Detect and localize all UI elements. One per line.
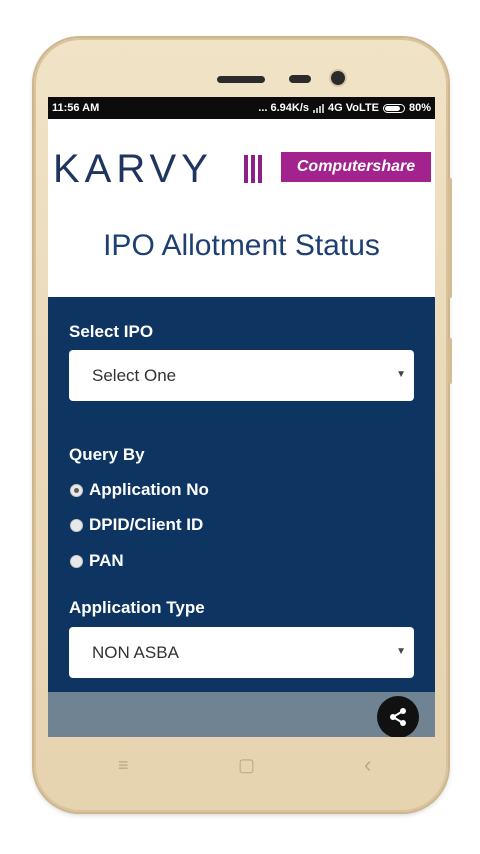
front-camera — [331, 71, 345, 85]
proximity-sensor — [289, 75, 311, 83]
app-screen: 11:56 AM ... 6.94K/s 4G VoLTE 80% KARVY … — [48, 97, 435, 737]
network-type: 4G VoLTE — [328, 102, 379, 114]
application-type-label: Application Type — [69, 598, 205, 617]
android-nav-bar: ≡ ▢ ‹ — [48, 737, 435, 797]
radio-application-no[interactable]: Application No — [70, 480, 209, 500]
menu-icon[interactable]: ≡ — [118, 755, 129, 776]
application-type-value: NON ASBA — [92, 642, 179, 662]
power-button — [448, 338, 452, 384]
radio-unselected-icon — [70, 518, 83, 532]
query-by-label: Query By — [69, 445, 145, 464]
app-header: KARVY Computershare IPO Allotment Status — [48, 119, 435, 297]
karvy-logo: KARVY — [53, 147, 213, 191]
query-form: Select IPO Select One ▼ Query By Applica… — [48, 297, 435, 692]
battery-percent: 80% — [408, 102, 431, 114]
status-indicators: ... 6.94K/s 4G VoLTE 80% — [258, 102, 431, 114]
share-button[interactable] — [377, 696, 419, 737]
share-icon — [390, 708, 406, 726]
select-ipo-dropdown[interactable]: Select One ▼ — [69, 350, 414, 401]
earpiece-speaker — [217, 76, 265, 83]
karvy-logo-bars — [244, 155, 262, 183]
battery-icon — [382, 103, 405, 113]
radio-label: PAN — [89, 551, 124, 570]
signal-icon — [313, 103, 325, 113]
computershare-logo: Computershare — [281, 152, 431, 182]
radio-selected-icon — [70, 483, 83, 497]
status-time: 11:56 AM — [52, 102, 100, 114]
volume-button — [448, 178, 452, 298]
chevron-down-icon: ▼ — [396, 646, 406, 657]
select-ipo-value: Select One — [92, 365, 177, 385]
application-type-dropdown[interactable]: NON ASBA ▼ — [69, 627, 414, 678]
chevron-down-icon: ▼ — [396, 369, 406, 380]
back-icon[interactable]: ‹ — [364, 752, 371, 778]
home-icon[interactable]: ▢ — [238, 755, 255, 776]
network-speed: ... 6.94K/s — [258, 102, 310, 114]
radio-label: Application No — [89, 480, 209, 499]
radio-unselected-icon — [70, 554, 83, 568]
radio-label: DPID/Client ID — [89, 515, 204, 534]
radio-dpid-client-id[interactable]: DPID/Client ID — [70, 515, 203, 535]
status-bar: 11:56 AM ... 6.94K/s 4G VoLTE 80% — [48, 97, 435, 119]
select-ipo-label: Select IPO — [69, 322, 154, 341]
radio-pan[interactable]: PAN — [70, 551, 124, 571]
page-title: IPO Allotment Status — [103, 229, 380, 262]
